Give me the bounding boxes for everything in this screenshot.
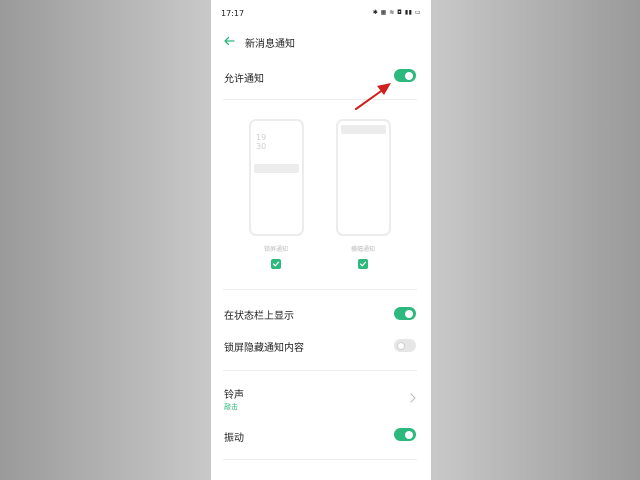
status-bar: 17:17 ✱ ▦ ≋ ◘ ▮▮ ▭ [211, 0, 431, 26]
back-arrow-icon [224, 36, 235, 46]
divider [223, 99, 417, 100]
toggle-knob [405, 71, 413, 80]
banner-preview-notification [341, 125, 386, 134]
page-title: 新消息通知 [245, 39, 295, 50]
divider [223, 459, 417, 460]
lockscreen-preview-clock: 19 30 [256, 133, 267, 151]
vibration-toggle[interactable] [394, 428, 416, 441]
divider [223, 289, 417, 290]
vibration-label: 振动 [224, 433, 244, 444]
check-icon [359, 261, 367, 267]
ringtone-label: 铃声 [224, 390, 244, 401]
banner-label: 横幅通知 [350, 246, 375, 253]
status-bar-display-toggle[interactable] [394, 307, 416, 320]
lockscreen-preview-notification [254, 164, 299, 173]
lockscreen-label: 锁屏通知 [263, 246, 288, 253]
allow-notifications-label: 允许通知 [224, 74, 264, 85]
banner-checkbox[interactable] [358, 259, 368, 269]
ringtone-row[interactable]: 铃声 敲击 [211, 380, 431, 414]
banner-preview[interactable] [336, 119, 391, 236]
phone-screen: 17:17 ✱ ▦ ≋ ◘ ▮▮ ▭ 新消息通知 允许通知 19 30 锁屏通知 … [211, 0, 431, 480]
lockscreen-preview[interactable]: 19 30 [249, 119, 304, 236]
ringtone-value: 敲击 [224, 403, 238, 411]
chevron-right-icon [410, 393, 416, 403]
toggle-knob [397, 341, 405, 350]
status-time: 17:17 [221, 9, 245, 18]
header: 新消息通知 [211, 28, 431, 54]
status-icons: ✱ ▦ ≋ ◘ ▮▮ ▭ [372, 9, 421, 16]
hide-lockscreen-content-toggle[interactable] [394, 339, 416, 352]
allow-notifications-toggle[interactable] [394, 69, 416, 82]
toggle-knob [405, 430, 413, 439]
back-button[interactable] [221, 33, 237, 49]
toggle-knob [405, 309, 413, 318]
hide-lockscreen-content-label: 锁屏隐藏通知内容 [224, 343, 304, 354]
check-icon [272, 261, 280, 267]
status-bar-display-label: 在状态栏上显示 [224, 311, 294, 322]
divider [223, 370, 417, 371]
lockscreen-checkbox[interactable] [271, 259, 281, 269]
